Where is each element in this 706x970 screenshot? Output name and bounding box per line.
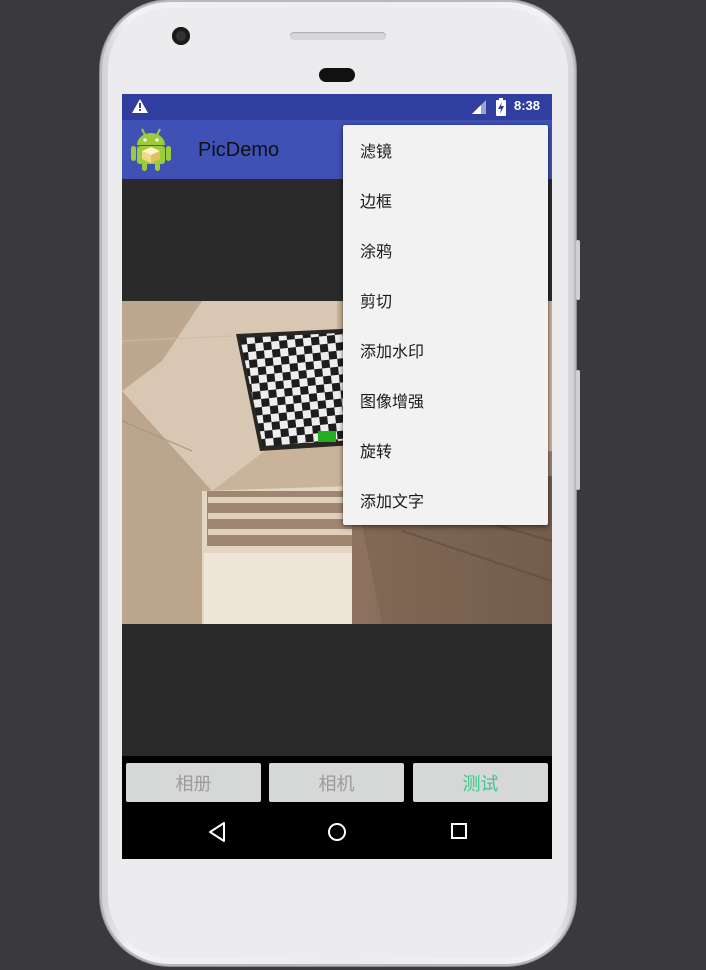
battery-charging-icon xyxy=(496,98,506,116)
recents-square-icon[interactable] xyxy=(450,822,468,840)
menu-item-doodle[interactable]: 涂鸦 xyxy=(343,225,548,275)
menu-item-rotate[interactable]: 旋转 xyxy=(343,425,548,475)
device-screen: 8:38 PicDemo 相册 相机 测试 滤镜 边框 涂鸦 剪切 添加水印 图… xyxy=(122,94,552,859)
menu-item-filter[interactable]: 滤镜 xyxy=(343,125,548,175)
earpiece xyxy=(319,68,355,82)
menu-item-image-enhance[interactable]: 图像增强 xyxy=(343,375,548,425)
menu-item-add-watermark[interactable]: 添加水印 xyxy=(343,325,548,375)
power-button xyxy=(576,240,580,300)
warning-icon xyxy=(132,99,148,113)
app-title: PicDemo xyxy=(198,139,280,161)
menu-item-add-text[interactable]: 添加文字 xyxy=(343,475,548,525)
navigation-bar xyxy=(122,806,552,859)
android-robot-icon xyxy=(131,128,171,171)
volume-button xyxy=(576,370,580,490)
bottom-button-bar: 相册 相机 测试 xyxy=(122,756,552,806)
back-triangle-icon[interactable] xyxy=(208,822,226,842)
speaker-grille xyxy=(290,32,386,40)
status-bar: 8:38 xyxy=(122,94,552,120)
status-time: 8:38 xyxy=(514,98,541,113)
menu-item-border[interactable]: 边框 xyxy=(343,175,548,225)
home-circle-icon[interactable] xyxy=(327,822,347,842)
test-button[interactable]: 测试 xyxy=(413,763,548,802)
menu-item-crop[interactable]: 剪切 xyxy=(343,275,548,325)
overflow-menu: 滤镜 边框 涂鸦 剪切 添加水印 图像增强 旋转 添加文字 xyxy=(343,125,548,525)
signal-icon xyxy=(472,100,486,114)
front-camera xyxy=(172,27,190,45)
camera-button[interactable]: 相机 xyxy=(269,763,404,802)
album-button[interactable]: 相册 xyxy=(126,763,261,802)
